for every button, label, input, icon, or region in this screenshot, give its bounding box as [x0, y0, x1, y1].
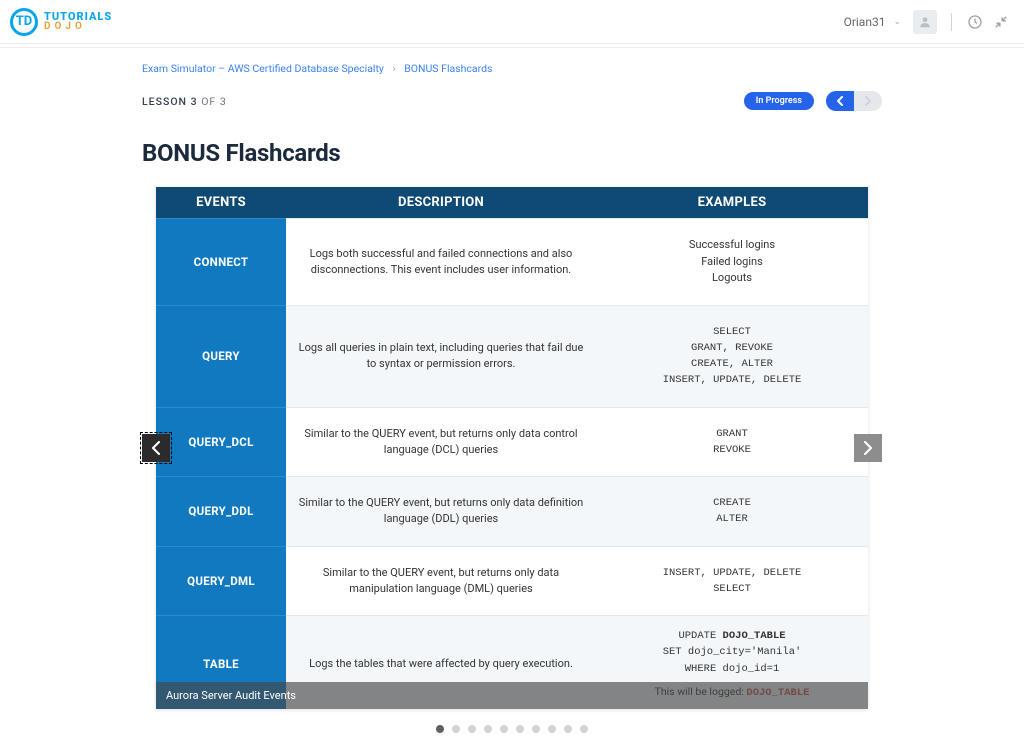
carousel-dot[interactable]	[580, 725, 588, 733]
carousel-dot[interactable]	[468, 725, 476, 733]
caption-text: Aurora Server Audit Events	[166, 689, 858, 702]
logo[interactable]: TD TUTORIALS DOJO	[10, 8, 112, 36]
status-badge: In Progress	[744, 92, 814, 110]
description-cell: Similar to the QUERY event, but returns …	[286, 477, 596, 547]
carousel-dot[interactable]	[484, 725, 492, 733]
chevron-down-icon[interactable]: ⌄	[893, 17, 901, 27]
table-row: QUERYLogs all queries in plain text, inc…	[156, 305, 868, 407]
carousel-prev-button[interactable]	[142, 434, 170, 462]
user-name[interactable]: Orian31	[844, 15, 886, 29]
lesson-label: LESSON 3 OF 3	[142, 95, 227, 108]
separator	[951, 13, 952, 31]
clock-icon[interactable]	[966, 13, 984, 31]
description-cell: Logs both successful and failed connecti…	[286, 219, 596, 306]
next-lesson-button	[854, 91, 882, 111]
carousel-dot[interactable]	[516, 725, 524, 733]
table-row: QUERY_DDLSimilar to the QUERY event, but…	[156, 477, 868, 547]
page: Exam Simulator – AWS Certified Database …	[142, 48, 882, 741]
breadcrumb-item-2[interactable]: BONUS Flashcards	[404, 62, 492, 75]
topbar-right: Orian31 ⌄	[844, 10, 1010, 34]
carousel-dot[interactable]	[436, 725, 444, 733]
event-cell: CONNECT	[156, 219, 286, 306]
description-cell: Similar to the QUERY event, but returns …	[286, 407, 596, 477]
carousel-dot[interactable]	[564, 725, 572, 733]
breadcrumb-item-1[interactable]: Exam Simulator – AWS Certified Database …	[142, 62, 384, 75]
carousel-dot[interactable]	[500, 725, 508, 733]
carousel-dots	[142, 709, 882, 741]
carousel-next-button[interactable]	[854, 434, 882, 462]
table-row: QUERY_DCLSimilar to the QUERY event, but…	[156, 407, 868, 477]
lesson-row: LESSON 3 OF 3 In Progress	[142, 91, 882, 111]
avatar[interactable]	[913, 10, 937, 34]
event-cell: QUERY_DDL	[156, 477, 286, 547]
lesson-controls: In Progress	[744, 91, 882, 111]
flashcard: EVENTS DESCRIPTION EXAMPLES CONNECTLogs …	[156, 187, 868, 709]
examples-cell: INSERT, UPDATE, DELETE SELECT	[596, 546, 868, 616]
topbar: TD TUTORIALS DOJO Orian31 ⌄	[0, 0, 1024, 44]
examples-cell: CREATE ALTER	[596, 477, 868, 547]
event-cell: QUERY_DML	[156, 546, 286, 616]
event-cell: QUERY_DCL	[156, 407, 286, 477]
examples-cell: GRANT REVOKE	[596, 407, 868, 477]
table-row: CONNECTLogs both successful and failed c…	[156, 219, 868, 306]
description-cell: Similar to the QUERY event, but returns …	[286, 546, 596, 616]
carousel-dot[interactable]	[532, 725, 540, 733]
th-description: DESCRIPTION	[286, 187, 596, 219]
description-cell: Logs all queries in plain text, includin…	[286, 305, 596, 407]
page-title: BONUS Flashcards	[142, 139, 882, 167]
logo-bottom-text: DOJO	[44, 22, 112, 32]
table-row: QUERY_DMLSimilar to the QUERY event, but…	[156, 546, 868, 616]
logo-badge: TD	[10, 8, 38, 36]
caption-strip: Aurora Server Audit Events	[156, 682, 868, 709]
th-events: EVENTS	[156, 187, 286, 219]
examples-cell: Successful loginsFailed loginsLogouts	[596, 219, 868, 306]
breadcrumb-separator: ›	[392, 62, 395, 75]
carousel-dot[interactable]	[548, 725, 556, 733]
breadcrumb: Exam Simulator – AWS Certified Database …	[142, 62, 882, 75]
examples-cell: SELECT GRANT, REVOKE CREATE, ALTER INSER…	[596, 305, 868, 407]
collapse-icon[interactable]	[992, 13, 1010, 31]
event-cell: QUERY	[156, 305, 286, 407]
carousel: EVENTS DESCRIPTION EXAMPLES CONNECTLogs …	[142, 187, 882, 709]
carousel-dot[interactable]	[452, 725, 460, 733]
th-examples: EXAMPLES	[596, 187, 868, 219]
prev-lesson-button[interactable]	[826, 91, 854, 111]
events-table: EVENTS DESCRIPTION EXAMPLES CONNECTLogs …	[156, 187, 868, 709]
